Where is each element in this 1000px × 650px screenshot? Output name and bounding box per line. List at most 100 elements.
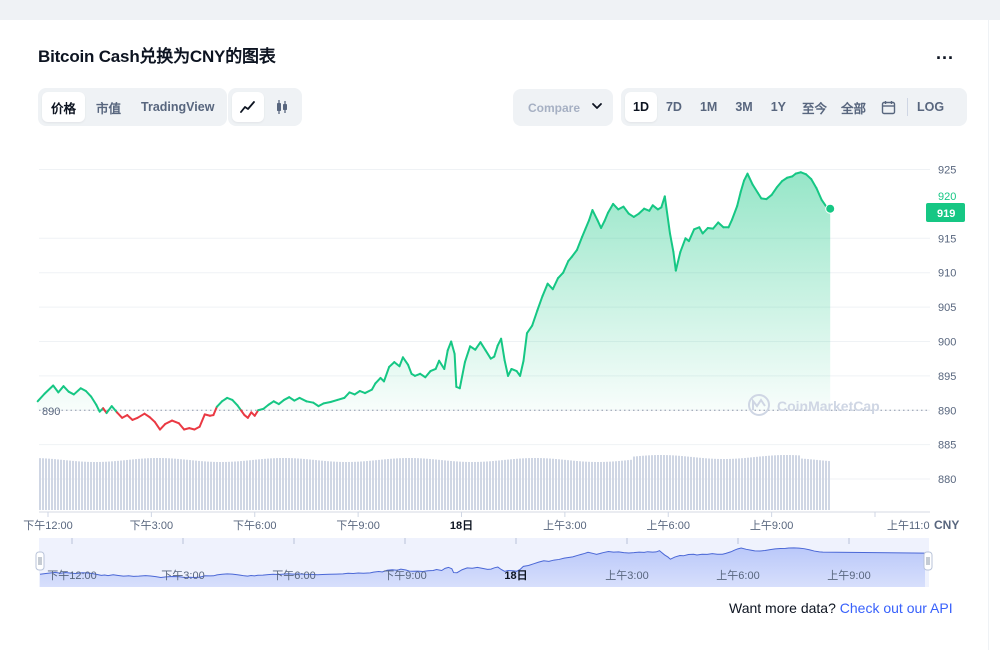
x-tick-label: 上午9:00 — [750, 519, 793, 532]
volume-bar — [531, 458, 533, 510]
volume-bar — [138, 458, 140, 510]
volume-bar — [507, 459, 509, 510]
volume-bar — [372, 460, 374, 510]
price-line-segment — [198, 413, 206, 428]
volume-bar — [636, 456, 638, 510]
volume-bar — [84, 461, 86, 510]
volume-bar — [588, 461, 590, 510]
volume-bar — [78, 461, 80, 510]
volume-bar — [789, 455, 791, 510]
volume-bar — [354, 461, 356, 510]
price-area-fill — [37, 172, 831, 411]
volume-bar — [168, 458, 170, 510]
volume-bar — [192, 460, 194, 510]
footer-text: Want more data? — [729, 600, 836, 616]
volume-bar — [726, 458, 728, 510]
volume-bar — [429, 458, 431, 510]
volume-bar — [660, 455, 662, 510]
volume-bar — [519, 458, 521, 510]
volume-bar — [504, 459, 506, 510]
volume-bar — [258, 459, 260, 510]
volume-bar — [264, 458, 266, 510]
price-chart[interactable]: CoinMarketCap 925 915 910 905 900 895 890 885 88… — [0, 0, 1000, 600]
volume-bar — [477, 461, 479, 510]
x-axis: 下午12:00 下午3:00 下午6:00 下午9:00 18日 上午3:00 上午6:00… — [23, 512, 930, 532]
volume-bar — [120, 460, 122, 510]
volume-bar — [444, 460, 446, 510]
volume-bar — [411, 458, 413, 510]
price-line-segment — [171, 419, 180, 425]
volume-bar — [696, 457, 698, 510]
price-line-segment — [177, 422, 186, 431]
volume-bar — [402, 458, 404, 510]
volume-bar — [729, 458, 731, 510]
x-tick-label: 下午3:00 — [130, 519, 173, 532]
volume-bar — [804, 458, 806, 510]
current-price-dot — [825, 203, 836, 214]
price-line-segment — [115, 411, 124, 419]
volume-bar — [228, 461, 230, 510]
x-tick-label: 下午9:00 — [336, 519, 379, 532]
volume-bar — [360, 461, 362, 510]
volume-bar — [555, 458, 557, 510]
navigator-left-handle[interactable] — [35, 551, 45, 571]
volume-bar — [345, 461, 347, 510]
volume-bar — [777, 455, 779, 510]
volume-bar — [516, 458, 518, 510]
volume-bar — [525, 458, 527, 510]
footer-api-promo: Want more data? Check out our API — [729, 600, 953, 616]
volume-bar — [741, 458, 743, 510]
volume-bar — [180, 459, 182, 510]
api-link[interactable]: Check out our API — [840, 600, 953, 616]
volume-bar — [393, 458, 395, 510]
volume-bar — [510, 459, 512, 510]
volume-bar — [807, 459, 809, 510]
navigator-tick-label: 下午3:00 — [161, 569, 204, 582]
volume-bar — [768, 455, 770, 510]
volume-bar — [810, 459, 812, 510]
volume-bar — [351, 461, 353, 510]
volume-bar — [423, 458, 425, 510]
volume-bar — [813, 459, 815, 510]
volume-bar — [252, 459, 254, 510]
volume-bar — [216, 461, 218, 510]
volume-bar — [261, 459, 263, 510]
volume-bar — [123, 460, 125, 510]
volume-bar — [567, 460, 569, 510]
volume-bar — [624, 460, 626, 510]
volume-bar — [174, 458, 176, 510]
x-tick-label: 上午6:00 — [647, 519, 690, 532]
volume-bar — [771, 455, 773, 510]
volume-bar — [189, 460, 191, 510]
baseline-label: 890 — [42, 406, 60, 418]
volume-bar — [297, 458, 299, 510]
current-price-label: 919 — [937, 208, 955, 220]
volume-bar — [579, 461, 581, 510]
volume-bar — [378, 459, 380, 510]
y-tick-label: 900 — [938, 336, 956, 348]
volume-bar — [465, 461, 467, 510]
volume-bar — [540, 458, 542, 510]
volume-bar — [75, 461, 77, 510]
volume-bar — [288, 458, 290, 510]
y-tick-label: 925 — [938, 165, 956, 177]
volume-bar — [774, 455, 776, 510]
volume-bar — [255, 459, 257, 510]
volume-bar — [690, 456, 692, 510]
volume-bar — [90, 461, 92, 510]
volume-bar — [603, 461, 605, 510]
volume-bar — [633, 456, 635, 510]
volume-bar — [144, 458, 146, 510]
volume-bar — [537, 458, 539, 510]
price-line-segment — [136, 412, 146, 419]
volume-bar — [486, 461, 488, 510]
volume-bar — [102, 461, 104, 510]
volume-bar — [471, 461, 473, 510]
volume-bar — [408, 458, 410, 510]
navigator-tick-label: 上午9:00 — [827, 569, 870, 582]
price-line-segment — [126, 414, 134, 421]
price-line-segment — [153, 420, 161, 431]
volume-bar — [285, 458, 287, 510]
volume-bar — [96, 461, 98, 510]
navigator-right-handle[interactable] — [923, 551, 933, 571]
